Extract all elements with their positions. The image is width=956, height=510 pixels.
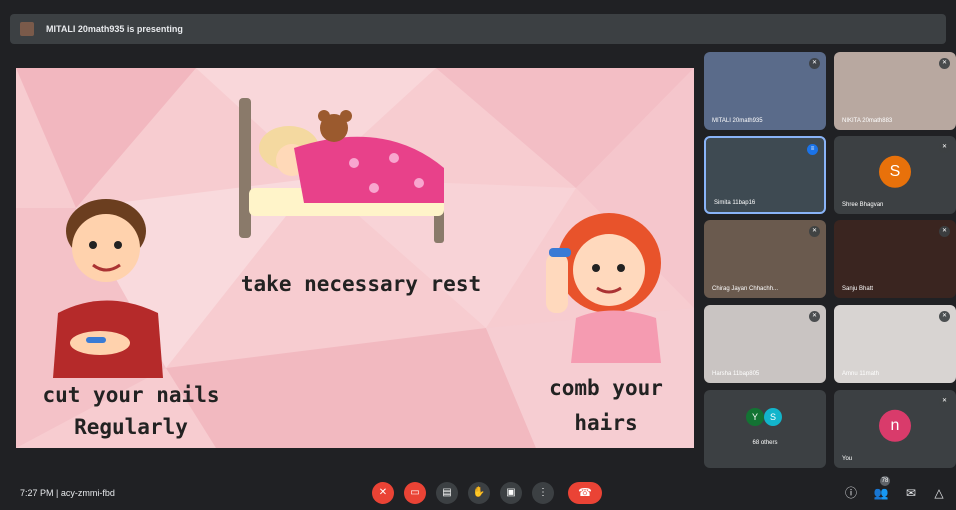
caption-comb-line1: comb your [549, 376, 663, 400]
presenter-avatar [20, 22, 34, 36]
mic-off-icon: ✕ [939, 226, 950, 237]
camera-toggle-button[interactable]: ▭ [404, 482, 426, 504]
people-count-badge: 78 [880, 476, 890, 486]
present-icon: ▣ [506, 487, 516, 498]
captions-icon: ▤ [442, 487, 452, 498]
people-button[interactable]: 👥 [872, 484, 890, 502]
hand-icon: ✋ [472, 487, 486, 498]
speaking-icon: ≡ [807, 144, 818, 155]
caption-nails-line1: cut your nails [42, 383, 220, 407]
presentation-slide: take necessary rest cut your nails Regul… [16, 68, 694, 448]
participant-name: You [842, 456, 853, 462]
participant-tile-mitali[interactable]: ✕ MITALI 20math935 [704, 52, 826, 130]
participant-tile-harsha[interactable]: ✕ Harsha 11bap805 [704, 305, 826, 383]
meeting-details-button[interactable]: ⓘ [842, 484, 860, 502]
meeting-time: 7:27 PM [20, 488, 54, 498]
avatar: n [879, 409, 911, 442]
chat-button[interactable]: ✉ [902, 484, 920, 502]
boy-cutting-nails-illustration [53, 199, 163, 378]
presenting-bar: MITALI 20math935 is presenting [10, 14, 946, 44]
participant-name: MITALI 20math935 [712, 118, 763, 124]
participant-tile-you[interactable]: ✕ n You [834, 390, 956, 468]
meeting-info: 7:27 PM | acy-zmmi-fbd [20, 488, 115, 498]
avatar: S [879, 155, 911, 188]
girl-combing-hair-illustration [546, 213, 661, 363]
avatar: Y [746, 408, 764, 426]
leave-call-button[interactable]: ☎ [568, 482, 602, 504]
caption-comb-line2: hairs [574, 411, 638, 435]
sleeping-girl-illustration [239, 98, 444, 243]
camera-off-icon: ▭ [410, 487, 420, 498]
participant-tile-sanju[interactable]: ✕ Sanju Bhatt [834, 220, 956, 298]
participant-tile-nikita[interactable]: ✕ NIKITA 20math883 [834, 52, 956, 130]
presenting-text: MITALI 20math935 is presenting [46, 24, 183, 34]
participant-tile-chirag[interactable]: ✕ Chirag Jayan Chhachh... [704, 220, 826, 298]
phone-hangup-icon: ☎ [578, 487, 592, 499]
participant-name: Sanju Bhatt [842, 286, 874, 292]
separator: | [56, 488, 59, 498]
mic-off-icon: ✕ [809, 226, 820, 237]
participant-name: Harsha 11bap805 [712, 371, 760, 377]
people-icon: 👥 [873, 486, 889, 500]
participant-name: Simita 11bap16 [714, 200, 756, 206]
chat-icon: ✉ [905, 486, 917, 500]
meeting-code: acy-zmmi-fbd [60, 488, 115, 498]
more-options-button[interactable]: ⋮ [532, 482, 554, 504]
bottom-toolbar: 7:27 PM | acy-zmmi-fbd ✕ ▭ ▤ ✋ ▣ ⋮ ☎ ⓘ 👥… [0, 476, 956, 510]
participant-tile-shree[interactable]: ✕ S Shree Bhagvan [834, 136, 956, 214]
mic-off-icon: ✕ [378, 487, 388, 498]
participant-name: Shree Bhagvan [842, 202, 884, 208]
participant-tile-others[interactable]: Y S 68 others [704, 390, 826, 468]
mic-off-icon: ✕ [939, 58, 950, 69]
mic-off-icon: ✕ [939, 311, 950, 322]
caption-rest: take necessary rest [240, 272, 482, 296]
mic-toggle-button[interactable]: ✕ [372, 482, 394, 504]
captions-button[interactable]: ▤ [436, 482, 458, 504]
raise-hand-button[interactable]: ✋ [468, 482, 490, 504]
mic-off-icon: ✕ [809, 58, 820, 69]
present-button[interactable]: ▣ [500, 482, 522, 504]
info-icon: ⓘ [844, 486, 857, 500]
activities-button[interactable]: △ [930, 484, 948, 502]
participant-tile-simita[interactable]: ≡ Simita 11bap16 [704, 136, 826, 214]
mic-off-icon: ✕ [939, 142, 950, 153]
participant-name: Amnu 11math [842, 371, 879, 377]
participant-name: NIKITA 20math883 [842, 118, 893, 124]
more-vert-icon: ⋮ [538, 487, 548, 498]
others-count: 68 others [752, 440, 778, 446]
mic-off-icon: ✕ [939, 396, 950, 407]
participant-name: Chirag Jayan Chhachh... [712, 286, 779, 292]
mic-off-icon: ✕ [809, 311, 820, 322]
caption-nails-line2: Regularly [74, 415, 188, 439]
participant-tile-amnu[interactable]: ✕ Amnu 11math [834, 305, 956, 383]
avatar: S [764, 408, 782, 426]
activities-icon: △ [934, 486, 944, 500]
